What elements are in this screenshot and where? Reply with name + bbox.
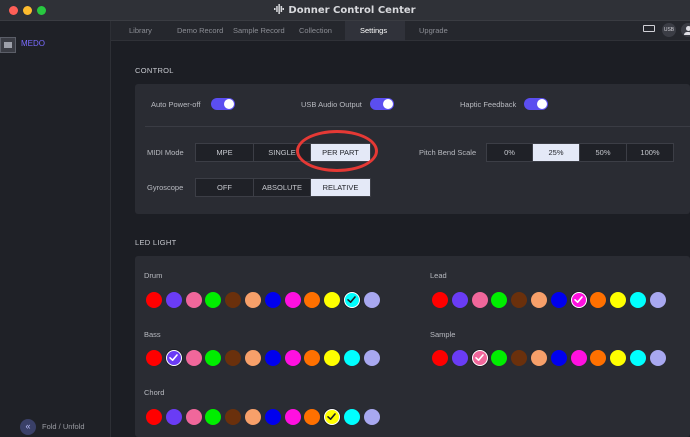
checkmark-icon (168, 354, 178, 361)
midi-mode-label: MIDI Mode (147, 148, 184, 157)
led-color-swatch[interactable] (344, 292, 360, 308)
gyroscope-option-relative[interactable]: RELATIVE (311, 179, 370, 196)
keyboard-device-icon (0, 37, 16, 53)
tab-bar: Library Demo Record Sample Record Collec… (111, 21, 690, 41)
led-color-swatch[interactable] (146, 292, 162, 308)
control-divider (145, 126, 690, 127)
led-color-swatch[interactable] (146, 409, 162, 425)
window-title-text: Donner Control Center (288, 5, 416, 16)
title-bar: Donner Control Center (0, 0, 690, 21)
device-label: MEDO (21, 39, 45, 48)
led-group-label-bass: Bass (144, 330, 161, 339)
toggle-knob (224, 99, 234, 109)
led-color-swatch[interactable] (185, 409, 202, 425)
pitch-bend-option-0[interactable]: 0% (487, 144, 533, 161)
app-window: Donner Control Center MEDO « Fold / Unfo… (0, 0, 690, 437)
led-color-swatch[interactable] (649, 292, 666, 308)
tab-library[interactable]: Library (129, 26, 152, 35)
tab-demo-record[interactable]: Demo Record (177, 26, 223, 35)
pitch-bend-option-50[interactable]: 50% (580, 144, 627, 161)
led-color-swatch[interactable] (531, 292, 547, 308)
gyroscope-option-absolute[interactable]: ABSOLUTE (254, 179, 311, 196)
pitch-bend-option-100[interactable]: 100% (627, 144, 673, 161)
auto-power-off-toggle[interactable] (211, 98, 235, 110)
led-group-label-drum: Drum (144, 271, 163, 280)
led-color-swatch[interactable] (344, 409, 360, 425)
led-color-swatch[interactable] (185, 292, 202, 308)
led-color-swatch[interactable] (363, 350, 380, 366)
checkmark-icon (327, 413, 336, 420)
donner-logo-icon (274, 4, 285, 14)
checkmark-icon (573, 296, 583, 303)
led-color-swatch[interactable] (264, 292, 281, 308)
led-color-swatch[interactable] (531, 350, 547, 366)
usb-icon[interactable]: USB (662, 23, 676, 37)
led-color-swatch[interactable] (451, 350, 468, 366)
led-color-swatch[interactable] (432, 292, 448, 308)
sidebar-item-device[interactable]: MEDO (0, 37, 111, 53)
led-color-swatch[interactable] (471, 292, 488, 308)
toggle-knob (537, 99, 547, 109)
midi-mode-option-mpe[interactable]: MPE (196, 144, 254, 161)
led-color-swatch[interactable] (630, 350, 646, 366)
haptic-feedback-toggle[interactable] (524, 98, 548, 110)
led-color-swatch[interactable] (245, 292, 261, 308)
led-color-swatch[interactable] (284, 292, 301, 308)
led-color-swatch[interactable] (165, 409, 182, 425)
annotation-highlight-ellipse (296, 130, 378, 172)
led-color-swatch[interactable] (245, 409, 261, 425)
led-color-swatch[interactable] (363, 292, 380, 308)
toggle-knob (383, 99, 393, 109)
led-color-swatch[interactable] (165, 350, 182, 366)
led-group-label-lead: Lead (430, 271, 447, 280)
checkmark-icon (347, 296, 356, 303)
pitch-bend-option-25[interactable]: 25% (533, 144, 580, 161)
checkmark-icon (474, 354, 484, 361)
fold-unfold-label: Fold / Unfold (42, 422, 85, 431)
pitch-bend-scale-selector: 0% 25% 50% 100% (486, 143, 674, 162)
led-color-swatch[interactable] (451, 292, 468, 308)
led-color-swatch[interactable] (570, 292, 587, 308)
gyroscope-selector: OFF ABSOLUTE RELATIVE (195, 178, 371, 197)
auto-power-off-label: Auto Power-off (151, 100, 201, 109)
led-color-swatch[interactable] (264, 350, 281, 366)
led-color-swatch[interactable] (570, 350, 587, 366)
tab-sample-record[interactable]: Sample Record (233, 26, 285, 35)
tab-settings[interactable]: Settings (360, 26, 387, 35)
user-icon[interactable] (681, 23, 690, 37)
haptic-feedback-label: Haptic Feedback (460, 100, 517, 109)
led-color-swatch[interactable] (165, 292, 182, 308)
battery-charging-icon (643, 25, 655, 32)
led-color-swatch[interactable] (324, 409, 341, 425)
gyroscope-option-off[interactable]: OFF (196, 179, 254, 196)
led-color-swatch[interactable] (284, 350, 301, 366)
led-group-label-chord: Chord (144, 388, 165, 397)
led-light-section-title: LED LIGHT (135, 238, 177, 247)
led-color-swatch[interactable] (550, 292, 567, 308)
led-color-swatch[interactable] (471, 350, 488, 366)
gyroscope-label: Gyroscope (147, 183, 184, 192)
led-color-swatch[interactable] (185, 350, 202, 366)
usb-audio-output-toggle[interactable] (370, 98, 394, 110)
led-color-swatch[interactable] (284, 409, 301, 425)
led-color-swatch[interactable] (432, 350, 448, 366)
led-color-swatch[interactable] (630, 292, 646, 308)
led-color-swatch[interactable] (649, 350, 666, 366)
tab-collection[interactable]: Collection (299, 26, 332, 35)
tab-upgrade[interactable]: Upgrade (419, 26, 448, 35)
led-color-swatch[interactable] (146, 350, 162, 366)
led-group-label-sample: Sample (430, 330, 456, 339)
control-section-title: CONTROL (135, 66, 174, 75)
sidebar: MEDO « Fold / Unfold (0, 21, 111, 437)
usb-audio-output-label: USB Audio Output (301, 100, 362, 109)
chevrons-left-icon[interactable]: « (20, 419, 36, 435)
led-color-swatch[interactable] (245, 350, 261, 366)
led-color-swatch[interactable] (550, 350, 567, 366)
led-light-panel (135, 256, 690, 437)
led-color-swatch[interactable] (363, 409, 380, 425)
led-color-swatch[interactable] (344, 350, 360, 366)
pitch-bend-scale-label: Pitch Bend Scale (419, 148, 477, 157)
window-title: Donner Control Center (0, 4, 690, 16)
led-color-swatch[interactable] (264, 409, 281, 425)
